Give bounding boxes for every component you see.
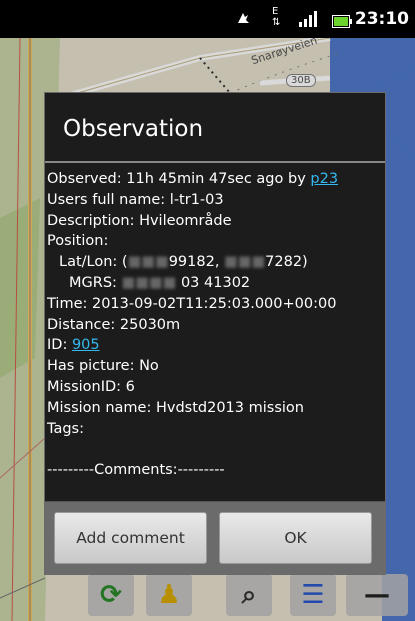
observer-link[interactable]: p23 [310,171,338,187]
latlon-line: Lat/Lon: (■■■99182, ■■■7282) [47,252,383,273]
distance: Distance: 25030m [47,316,181,333]
dialog-title: Observation [45,93,385,163]
observed-text: Observed: 11h 45min 47sec ago by [47,171,311,187]
observation-details: Observed: 11h 45min 47sec ago by p23 Use… [47,169,383,504]
observation-dialog: Observation Observed: 11h 45min 47sec ag… [44,92,386,575]
id-line: ID: 905 [47,335,383,356]
id-link[interactable]: 905 [72,337,100,353]
clock: 23:10 [354,9,409,29]
redacted-text: ■■■ [224,254,266,271]
mission-id: MissionID: 6 [47,378,135,395]
network-type-label: E [272,6,279,17]
status-bar: E ⇅ 23:10 [0,0,415,38]
redacted-text: ■■■ [127,254,169,271]
mgrs-line: MGRS: ■■■■ 03 41302 [47,273,383,294]
redacted-text: ■■■■ [121,274,177,291]
ok-button[interactable]: OK [219,512,372,564]
gps-icon [236,11,250,31]
users-full-name: Users full name: l-tr1-03 [47,191,224,208]
dialog-button-bar: Add comment OK [45,501,385,574]
position-heading: Position: [47,233,109,250]
add-comment-button[interactable]: Add comment [54,512,207,564]
description: Description: Hvileområde [47,212,232,229]
has-picture: Has picture: No [47,358,159,375]
observed-line: Observed: 11h 45min 47sec ago by p23 [47,169,383,190]
data-arrows-icon: E ⇅ [272,6,281,28]
tags: Tags: [47,420,84,437]
latlon-value-a: 99182, [168,254,220,271]
mgrs-label: MGRS: [69,274,117,291]
mgrs-value: 03 41302 [180,274,251,291]
comments-header: ---------Comments:--------- [47,462,225,479]
latlon-label: Lat/Lon: ( [59,254,128,271]
battery-icon [332,13,352,32]
time: Time: 2013-09-02T11:25:03.000+00:00 [47,295,337,312]
mission-name: Mission name: Hvdstd2013 mission [47,399,304,416]
signal-icon [299,11,319,31]
id-label: ID: [47,337,72,354]
latlon-value-b: 7282) [265,254,308,271]
